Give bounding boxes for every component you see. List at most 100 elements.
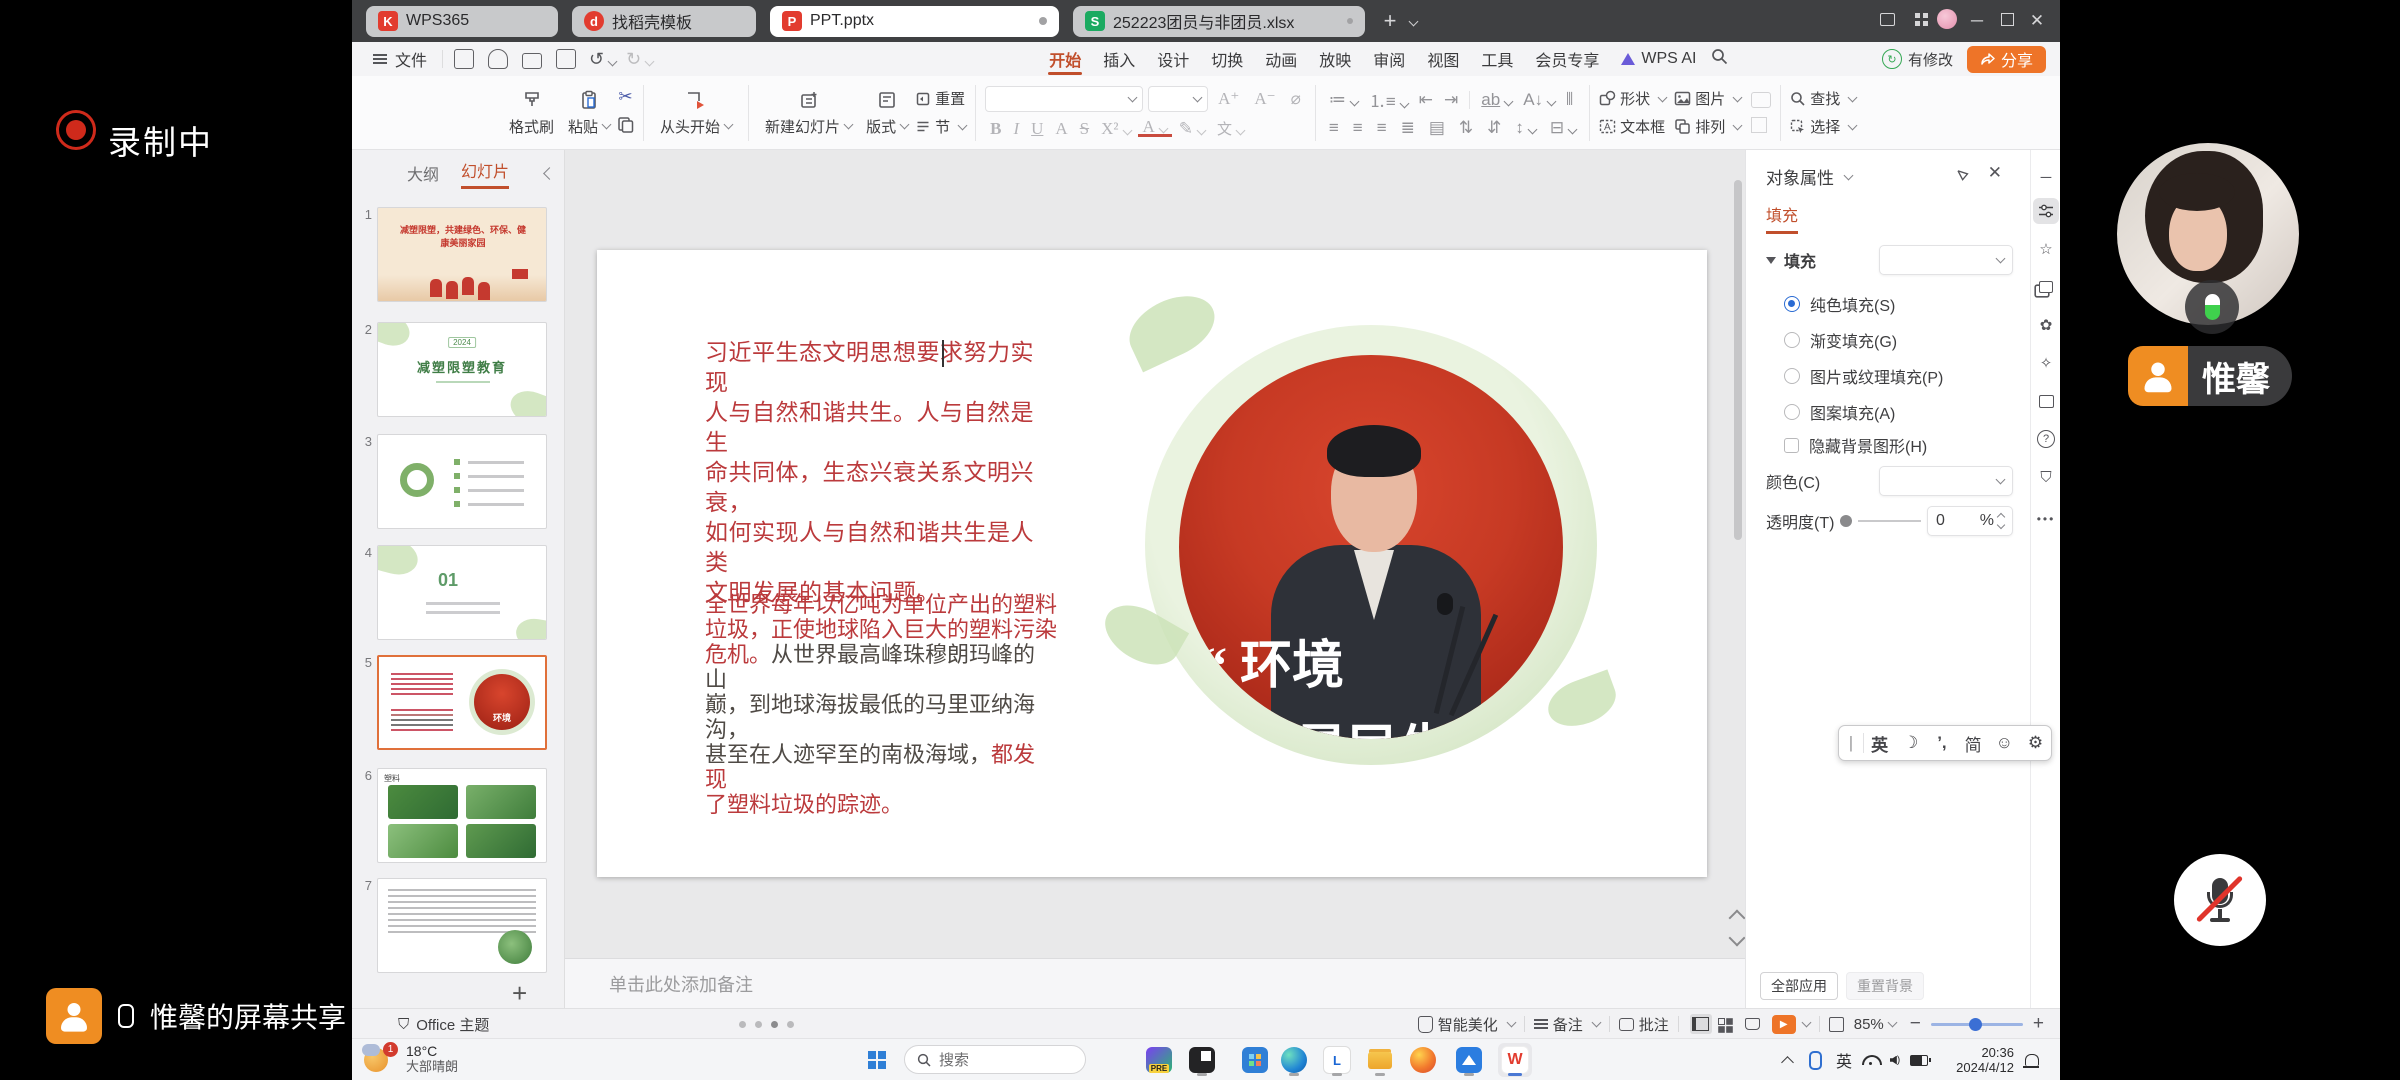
distribute-button[interactable]: ▤ bbox=[1425, 118, 1449, 138]
tab-wps365[interactable]: K WPS365 bbox=[366, 6, 558, 37]
ime-punctuation-icon[interactable]: ’, bbox=[1926, 733, 1957, 753]
slides-tab[interactable]: 幻灯片 bbox=[461, 158, 509, 189]
slide-4-thumbnail[interactable]: 01 bbox=[377, 545, 547, 640]
increase-indent-button[interactable]: ⇥ bbox=[1440, 90, 1462, 110]
magic-wand-icon[interactable]: ✧ bbox=[2033, 350, 2059, 376]
ime-settings-icon[interactable]: ⚙ bbox=[2020, 733, 2051, 753]
minimize-button[interactable]: ─ bbox=[1962, 11, 1992, 31]
text-align-vertical-button[interactable]: ⊟ bbox=[1546, 118, 1580, 138]
add-slide-button[interactable]: + bbox=[512, 978, 527, 1009]
share-button[interactable]: 分享 bbox=[1967, 46, 2046, 73]
slideshow-play-button[interactable]: ▶ bbox=[1772, 1015, 1810, 1034]
reading-view-button[interactable] bbox=[1742, 1014, 1764, 1034]
tab-list-chevron[interactable] bbox=[1405, 12, 1417, 30]
help-icon[interactable]: ? bbox=[2033, 426, 2059, 452]
tray-mic-icon[interactable] bbox=[1804, 1043, 1826, 1077]
play-from-start-button[interactable]: 从头开始 bbox=[653, 89, 739, 137]
current-slide[interactable]: 习近平生态文明思想要求努力实现 人与自然和谐共生。人与自然是生 命共同体，生态兴… bbox=[597, 250, 1707, 877]
tray-battery-icon[interactable] bbox=[1906, 1043, 1932, 1077]
menu-tab-animation[interactable]: 动画 bbox=[1254, 42, 1308, 76]
layout-button[interactable]: 版式 bbox=[859, 89, 915, 137]
ime-simplified-button[interactable]: 简 bbox=[1958, 731, 1989, 756]
next-slide-button[interactable] bbox=[1729, 930, 1746, 947]
paste-button[interactable]: 粘贴 bbox=[561, 89, 617, 137]
tray-ime-indicator[interactable]: 英 bbox=[1832, 1043, 1856, 1077]
decrease-font-icon[interactable]: A⁻ bbox=[1249, 89, 1280, 109]
print-icon[interactable] bbox=[522, 53, 542, 69]
line-spacing-button[interactable]: ↕ bbox=[1511, 118, 1540, 138]
mute-microphone-button[interactable] bbox=[2174, 854, 2266, 946]
split-view-icon[interactable] bbox=[1872, 11, 1902, 31]
menu-tab-design[interactable]: 设计 bbox=[1146, 42, 1200, 76]
ime-moon-icon[interactable]: ☽ bbox=[1895, 733, 1926, 753]
menu-tab-slideshow[interactable]: 放映 bbox=[1308, 42, 1362, 76]
app-edge[interactable] bbox=[1277, 1043, 1311, 1077]
row-spacing-up-button[interactable]: ⇅ bbox=[1455, 118, 1477, 138]
panel-title-chevron[interactable] bbox=[1844, 170, 1854, 180]
gradient-fill-radio[interactable] bbox=[1784, 332, 1800, 348]
more-tools-icon[interactable]: ••• bbox=[2033, 506, 2059, 532]
notes-area[interactable]: 单击此处添加备注 bbox=[565, 958, 1745, 1008]
hide-background-checkbox[interactable] bbox=[1784, 438, 1799, 453]
app-firefox[interactable] bbox=[1406, 1043, 1440, 1077]
theme-label[interactable]: Office 主题 bbox=[416, 1014, 489, 1035]
design-hand-icon[interactable]: ✿ bbox=[2033, 312, 2059, 338]
tray-wifi-icon[interactable] bbox=[1860, 1043, 1884, 1077]
reset-button[interactable]: 重置 bbox=[915, 88, 965, 109]
leader-photo[interactable]: “ 环境 就是民生” bbox=[1179, 355, 1563, 739]
tray-chevron-up-icon[interactable] bbox=[1776, 1043, 1798, 1077]
zoom-out-button[interactable]: − bbox=[1910, 1013, 1921, 1035]
theme-shirt-icon[interactable]: ⛉ bbox=[398, 1016, 409, 1033]
section-expand-arrow[interactable] bbox=[1766, 257, 1776, 264]
bold-button[interactable]: B bbox=[985, 119, 1006, 139]
underline-button[interactable]: U bbox=[1026, 119, 1048, 139]
print-preview-icon[interactable] bbox=[556, 49, 576, 69]
tray-notification-bell-icon[interactable] bbox=[2020, 1043, 2044, 1077]
redo-button[interactable]: ↻ bbox=[626, 49, 653, 70]
start-button[interactable] bbox=[860, 1043, 894, 1077]
spin-down-icon[interactable] bbox=[1997, 521, 2005, 529]
text-direction-button[interactable]: A↓ bbox=[1519, 90, 1559, 110]
animation-pane-icon[interactable] bbox=[2033, 274, 2059, 300]
slide-paragraph-1[interactable]: 习近平生态文明思想要求努力实现 人与自然和谐共生。人与自然是生 命共同体，生态兴… bbox=[705, 338, 1053, 608]
zoom-slider-knob[interactable] bbox=[1969, 1018, 1982, 1031]
file-menu[interactable]: 文件 bbox=[362, 42, 438, 76]
tray-volume-icon[interactable]: ) bbox=[1884, 1043, 1906, 1077]
ime-mode-button[interactable]: 英 bbox=[1864, 731, 1895, 756]
cut-icon[interactable]: ✂ bbox=[618, 87, 632, 107]
weather-widget[interactable]: 1 18°C 大部晴朗 bbox=[362, 1042, 458, 1076]
highlight-button[interactable]: ✎ bbox=[1174, 119, 1210, 139]
phonetic-button[interactable]: 文 bbox=[1212, 118, 1249, 139]
arrange-button[interactable]: 排列 bbox=[1674, 116, 1741, 137]
undo-button[interactable]: ↺ bbox=[589, 49, 616, 70]
zoom-level[interactable]: 85% bbox=[1854, 1016, 1896, 1033]
normal-view-button[interactable] bbox=[1690, 1014, 1712, 1034]
collapse-panel-icon[interactable] bbox=[543, 167, 556, 180]
align-right-button[interactable]: ≡ bbox=[1373, 118, 1391, 138]
increase-font-icon[interactable]: A⁺ bbox=[1213, 89, 1244, 109]
slide-paragraph-2[interactable]: 全世界每年以亿吨为单位产出的塑料 垃圾，正使地球陷入巨大的塑料污染 危机。从世界… bbox=[705, 592, 1057, 817]
section-button[interactable]: 节 bbox=[915, 116, 966, 137]
pin-panel-icon[interactable]: ⊲ bbox=[1950, 162, 1973, 186]
format-painter-button[interactable]: 格式刷 bbox=[502, 89, 561, 137]
columns-button[interactable]: ⫴ bbox=[1562, 90, 1577, 110]
prev-slide-button[interactable] bbox=[1729, 910, 1746, 927]
transparency-spinner[interactable]: 0 % bbox=[1927, 506, 2013, 536]
save-icon[interactable] bbox=[454, 49, 474, 69]
sync-status[interactable]: ↻ 有修改 bbox=[1882, 49, 1953, 70]
tab-xlsx[interactable]: S 252223团员与非团员.xlsx bbox=[1073, 6, 1365, 37]
menu-tab-member[interactable]: 会员专享 bbox=[1524, 42, 1610, 76]
slide-5-thumbnail-selected[interactable]: 环境 bbox=[377, 655, 547, 750]
export-icon[interactable] bbox=[488, 49, 508, 69]
superscript-button[interactable]: X² bbox=[1096, 119, 1135, 139]
comments-button[interactable]: 批注 bbox=[1619, 1014, 1669, 1035]
taskbar-search[interactable]: 搜索 bbox=[904, 1045, 1086, 1074]
clear-format-icon[interactable]: ⌀ bbox=[1286, 89, 1306, 109]
strike-button[interactable]: S bbox=[1075, 119, 1094, 139]
select-button[interactable]: 选择 bbox=[1790, 116, 1856, 137]
account-avatar[interactable] bbox=[1932, 9, 1962, 34]
properties-icon[interactable] bbox=[2033, 198, 2059, 224]
app-explorer[interactable] bbox=[1363, 1043, 1397, 1077]
tab-docer[interactable]: d 找稻壳模板 bbox=[572, 6, 756, 37]
bullets-button[interactable]: ≔ bbox=[1325, 90, 1362, 110]
